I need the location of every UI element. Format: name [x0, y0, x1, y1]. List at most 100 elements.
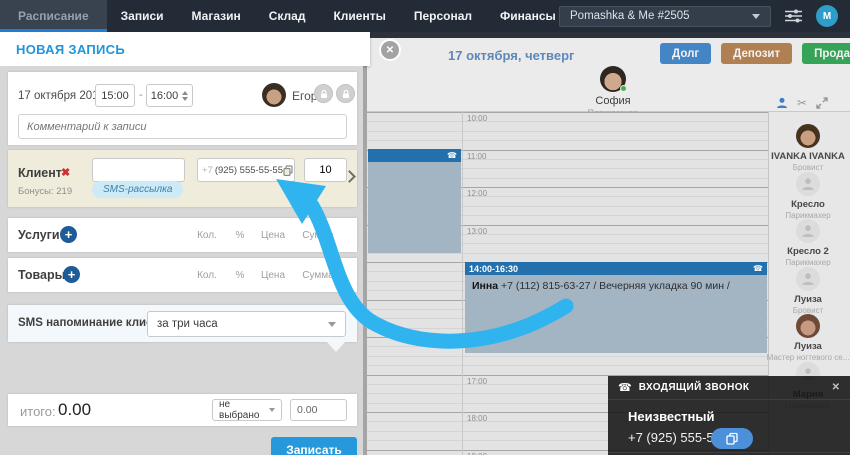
nav-tab-6[interactable]: Финансы [486, 0, 570, 32]
payment-method-select[interactable]: не выбрано [212, 399, 282, 421]
modal-close-button[interactable]: ✕ [379, 39, 401, 61]
nav-tab-2[interactable]: Магазин [178, 0, 255, 32]
company-selector[interactable]: Pomashka & Me #2505 [559, 6, 771, 27]
popover-tail [327, 342, 345, 352]
nav-tab-1[interactable]: Записи [107, 0, 178, 32]
nav-tab-3[interactable]: Склад [255, 0, 320, 32]
calendar-column-master[interactable]: София Парикмахер [563, 66, 663, 118]
goods-column-1: % [227, 270, 253, 281]
client-card: Клиент ✖ +7 (925) 555-55-55 Бонусы: 219 … [8, 150, 357, 207]
staff-name: Луиза [766, 294, 850, 305]
bonus-label: Бонусы: 219 [18, 186, 72, 197]
goods-column-3: Сумма [293, 270, 343, 281]
goods-column-2: Цена [253, 270, 293, 281]
sms-reminder-select[interactable]: за три часа [147, 311, 346, 337]
staff-entry-3[interactable]: ЛуизаБровист [766, 267, 850, 315]
appointment-details: +7 (112) 815-63-27 / Вечерняя укладка 90… [498, 280, 730, 292]
chevron-down-icon [752, 14, 760, 19]
add-goods-button[interactable]: + [63, 266, 80, 283]
phone-icon: ☎ [447, 152, 457, 160]
person-icon [801, 224, 815, 238]
staff-name: Кресло 2 [766, 246, 850, 257]
services-column-1: % [227, 230, 253, 241]
modal-header: НОВАЯ ЗАПИСЬ [0, 32, 370, 66]
staff-avatar-placeholder [796, 172, 820, 196]
close-icon: ✕ [386, 45, 394, 56]
phone-number: (925) 555-55-55 [215, 165, 283, 176]
person-icon [801, 272, 815, 286]
client-phone-input[interactable]: +7 (925) 555-55-55 [197, 158, 295, 182]
incoming-call-title: ВХОДЯЩИЙ ЗВОНОК [639, 382, 750, 393]
master-avatar [600, 66, 626, 92]
staff-avatar-placeholder [796, 219, 820, 243]
sms-reminder-card: SMS напоминание клиенту за три часа [8, 305, 357, 342]
total-label: итого: [20, 404, 56, 419]
goods-card: Товары + Кол.%ЦенаСумма [8, 258, 357, 292]
staff-avatar-placeholder [796, 267, 820, 291]
master-avatar-small [262, 83, 286, 107]
copy-phone-button[interactable] [711, 428, 753, 449]
services-columns: Кол.%ЦенаСумма [187, 218, 343, 252]
client-label: Клиент [18, 166, 62, 180]
datetime-card: 17 октября 2019 15:00 - 16:00 Егор [8, 72, 357, 145]
person-icon [801, 177, 815, 191]
nav-tab-5[interactable]: Персонал [400, 0, 486, 32]
time-stepper[interactable] [182, 91, 188, 101]
appointment-time: 14:00-16:30 [469, 264, 518, 274]
hour-line [367, 112, 768, 113]
lock-icon [319, 89, 329, 99]
staff-entry-4[interactable]: ЛуизаМастер ногтевого се... [766, 314, 850, 362]
calendar-action-0[interactable]: Долг [660, 43, 711, 64]
staff-entry-0[interactable]: IVANKA IVANKAБровист [766, 124, 850, 172]
appointment-block-inna[interactable]: 14:00-16:30 ☎ Инна +7 (112) 815-63-27 / … [465, 262, 767, 353]
chevron-down-icon [328, 322, 336, 327]
save-record-button[interactable]: Записать [271, 437, 357, 455]
quarter-line [367, 121, 768, 122]
lock-icon [341, 89, 351, 99]
chevron-down-icon [269, 408, 275, 412]
quarter-line [367, 140, 768, 141]
filters-icon[interactable] [785, 9, 802, 23]
quarter-line [367, 365, 768, 366]
staff-entry-2[interactable]: Кресло 2Парикмахер [766, 219, 850, 267]
staff-avatar-photo [796, 314, 820, 338]
comment-input[interactable] [18, 114, 347, 139]
goods-column-0: Кол. [187, 270, 227, 281]
client-name-input[interactable] [92, 158, 185, 182]
scissors-icon[interactable]: ✂ [797, 97, 807, 109]
person-icon[interactable] [776, 97, 788, 109]
lock-time-button[interactable] [314, 84, 333, 103]
lock-master-button[interactable] [336, 84, 355, 103]
caller-name: Неизвестный [628, 409, 715, 424]
top-nav: РасписаниеЗаписиМагазинСкладКлиентыПерсо… [0, 0, 850, 32]
add-service-button[interactable]: + [60, 226, 77, 243]
goods-columns: Кол.%ЦенаСумма [187, 258, 343, 292]
appointment-block[interactable]: ☎ [368, 149, 461, 253]
client-visits-input[interactable] [304, 158, 347, 182]
fullscreen-icon[interactable] [816, 97, 828, 109]
call-close-icon[interactable]: ✕ [832, 382, 840, 393]
calendar-action-2[interactable]: Продажа [802, 43, 850, 64]
quarter-line [367, 356, 768, 357]
nav-tab-0[interactable]: Расписание [0, 0, 107, 32]
phone-icon: ☎ [753, 265, 763, 273]
user-avatar[interactable]: M [816, 5, 838, 27]
online-status-dot [620, 85, 627, 92]
staff-name: IVANKA IVANKA [766, 151, 850, 162]
staff-avatar-photo [796, 124, 820, 148]
nav-tab-4[interactable]: Клиенты [319, 0, 399, 32]
hour-label: 19:00 [467, 452, 487, 455]
services-column-0: Кол. [187, 230, 227, 241]
services-card: Услуги + Кол.%ЦенаСумма [8, 218, 357, 252]
phone-prefix: +7 [202, 165, 213, 176]
staff-entry-1[interactable]: КреслоПарикмахер [766, 172, 850, 220]
remove-client-icon[interactable]: ✖ [61, 166, 70, 179]
nav-tabs: РасписаниеЗаписиМагазинСкладКлиентыПерсо… [0, 0, 608, 32]
time-end-input[interactable]: 16:00 [146, 84, 193, 107]
time-start-input[interactable]: 15:00 [95, 84, 135, 107]
copy-icon[interactable] [283, 165, 293, 176]
goods-label: Товары [18, 268, 65, 282]
total-value: 0.00 [58, 400, 91, 420]
payment-amount-input[interactable]: 0.00 [290, 399, 347, 421]
calendar-action-1[interactable]: Депозит [721, 43, 792, 64]
